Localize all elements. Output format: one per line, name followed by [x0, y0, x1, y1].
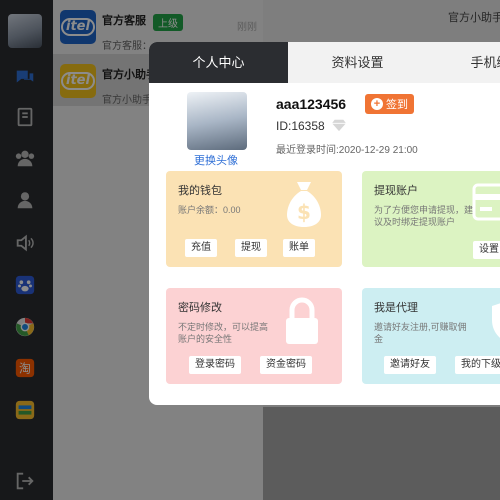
invite-friends-button[interactable]: 邀请好友 — [384, 356, 436, 374]
svg-text:$: $ — [297, 200, 311, 224]
change-avatar-link[interactable]: 更换头像 — [194, 152, 238, 168]
user-id: ID:16358 — [276, 119, 325, 133]
card-description: 为了方便您申请提现，建议及时绑定提现账户 — [374, 205, 474, 227]
bank-card-icon — [472, 183, 500, 221]
personal-center-modal: 个人中心 资料设置 手机绑定 更换头像 aaa123456 + 签到 ID:16… — [149, 42, 500, 405]
last-login-time: 最近登录时间:2020-12-29 21:00 — [276, 145, 418, 156]
my-subordinates-button[interactable]: 我的下级 — [455, 356, 500, 374]
card-title: 我的钱包 — [178, 185, 222, 197]
diamond-icon — [332, 119, 346, 132]
card-title: 我是代理 — [374, 302, 418, 314]
setup-button[interactable]: 设置 — [473, 241, 500, 259]
withdraw-account-card: 提现账户 为了方便您申请提现，建议及时绑定提现账户 设置 — [362, 171, 500, 267]
card-title: 提现账户 — [374, 185, 418, 197]
checkin-label: 签到 — [386, 99, 408, 111]
login-password-button[interactable]: 登录密码 — [189, 356, 241, 374]
modal-tabs: 个人中心 资料设置 手机绑定 — [149, 42, 500, 83]
balance-text: 账户余额：0.00 — [178, 205, 241, 215]
recharge-button[interactable]: 充值 — [185, 239, 217, 257]
bill-button[interactable]: 账单 — [283, 239, 315, 257]
card-title: 密码修改 — [178, 302, 222, 314]
tab-phone-binding[interactable]: 手机绑定 — [427, 42, 500, 83]
wallet-card: 我的钱包 账户余额：0.00 $ 充值 提现 账单 — [166, 171, 342, 267]
fund-password-button[interactable]: 资金密码 — [260, 356, 312, 374]
tab-personal-center[interactable]: 个人中心 — [149, 42, 288, 83]
password-change-card: 密码修改 不定时修改，可以提高账户的安全性 登录密码 资金密码 — [166, 288, 342, 384]
tab-profile-settings[interactable]: 资料设置 — [288, 42, 427, 83]
agent-card: 我是代理 邀请好友注册,可赚取佣金 邀请好友 我的下级 — [362, 288, 500, 384]
card-description: 邀请好友注册,可赚取佣金 — [374, 322, 467, 344]
checkin-button[interactable]: + 签到 — [365, 94, 414, 114]
profile-avatar — [187, 92, 247, 150]
card-description: 不定时修改，可以提高账户的安全性 — [178, 322, 269, 344]
username: aaa123456 — [276, 96, 347, 112]
plus-icon: + — [371, 98, 383, 110]
lock-icon — [286, 297, 318, 344]
money-bag-icon: $ — [287, 182, 321, 227]
shield-icon — [492, 303, 500, 338]
withdraw-button[interactable]: 提现 — [235, 239, 267, 257]
